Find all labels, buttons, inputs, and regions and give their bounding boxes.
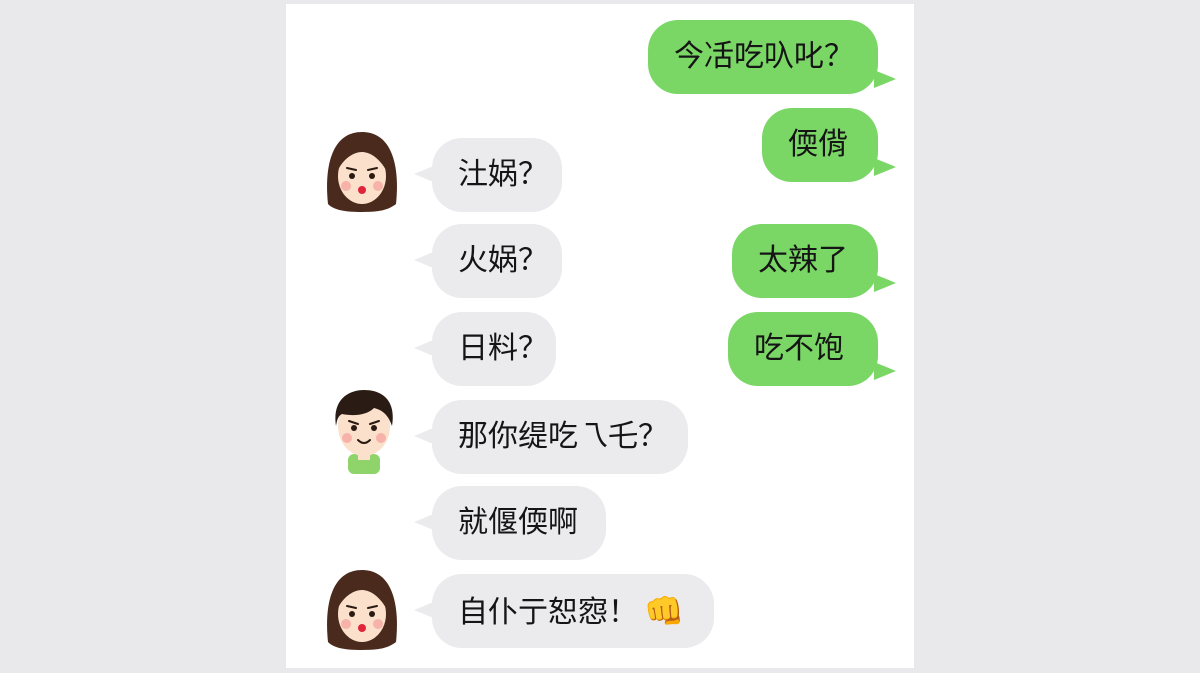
message-text: 偄偝 <box>788 127 848 162</box>
message-text: 今㓉吃叺叱？ <box>674 39 854 74</box>
their-message-bubble[interactable]: 那你缇吃乁乇？ <box>414 400 688 474</box>
message-text: 那你缇吃乁乇？ <box>458 419 668 454</box>
message-text: 自仆亍恕惌！ <box>458 595 638 630</box>
message-text: 汢娲？ <box>458 157 548 192</box>
their-message-bubble[interactable]: 火娲？ <box>414 224 562 298</box>
message-text: 火娲？ <box>458 243 548 278</box>
message-text: 就偃偄啊 <box>458 505 578 540</box>
girl-avatar[interactable] <box>320 126 404 214</box>
my-message-bubble[interactable]: 吃不饱 <box>728 312 896 386</box>
their-message-bubble[interactable]: 汢娲？ <box>414 138 562 212</box>
their-message-bubble[interactable]: 就偃偄啊 <box>414 486 606 560</box>
message-text: 太辣了 <box>758 243 848 278</box>
their-message-bubble[interactable]: 自仆亍恕惌！ 👊 <box>414 574 714 648</box>
boy-avatar[interactable] <box>322 386 406 474</box>
my-message-bubble[interactable]: 太辣了 <box>732 224 896 298</box>
chat-panel: 今㓉吃叺叱？ 偄偝 汢娲？ 火娲？ 太辣了 日料？ 吃不饱 那你缇吃乁乇？ 就偃… <box>286 4 914 668</box>
my-message-bubble[interactable]: 偄偝 <box>762 108 896 182</box>
my-message-bubble[interactable]: 今㓉吃叺叱？ <box>648 20 896 94</box>
their-message-bubble[interactable]: 日料？ <box>414 312 556 386</box>
fist-icon: 👊 <box>644 592 684 630</box>
message-text: 吃不饱 <box>754 331 844 366</box>
message-text: 日料？ <box>458 331 548 366</box>
girl-avatar[interactable] <box>320 564 404 652</box>
